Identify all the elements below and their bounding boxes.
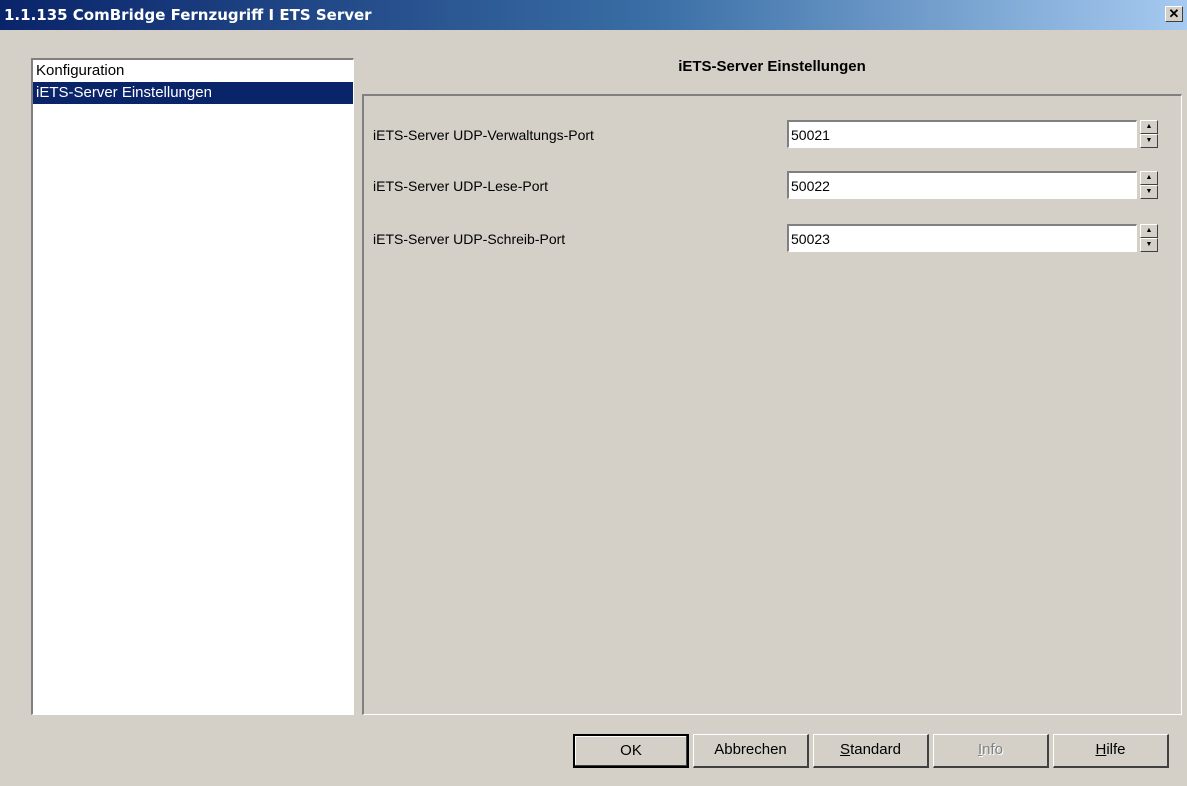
spin-up-button[interactable]: ▲ (1140, 171, 1158, 185)
standard-button[interactable]: Standard (813, 734, 929, 768)
info-button: Info (933, 734, 1049, 768)
title-bar: 1.1.135 ComBridge Fernzugriff I ETS Serv… (0, 0, 1187, 30)
close-icon: ✕ (1168, 6, 1180, 21)
arrow-down-icon: ▼ (1145, 188, 1153, 195)
param-label: iETS-Server UDP-Schreib-Port (373, 231, 566, 247)
info-label-rest: nfo (982, 741, 1004, 758)
parameter-tree[interactable]: Konfiguration iETS-Server Einstellungen (31, 58, 354, 715)
standard-accelerator: S (840, 741, 851, 758)
schreib-port-input[interactable] (787, 224, 1137, 252)
arrow-down-icon: ▼ (1145, 137, 1153, 144)
spin-down-button[interactable]: ▼ (1140, 238, 1158, 252)
spin-down-button[interactable]: ▼ (1140, 185, 1158, 199)
param-label: iETS-Server UDP-Lese-Port (373, 178, 549, 194)
spin-up-button[interactable]: ▲ (1140, 120, 1158, 134)
spin-up-button[interactable]: ▲ (1140, 224, 1158, 238)
arrow-down-icon: ▼ (1145, 241, 1153, 248)
window-title: 1.1.135 ComBridge Fernzugriff I ETS Serv… (4, 6, 372, 24)
param-row-schreib-port: iETS-Server UDP-Schreib-Port ▲ ▼ (364, 224, 1180, 254)
verwaltungs-port-input[interactable] (787, 120, 1137, 148)
param-row-verwaltungs-port: iETS-Server UDP-Verwaltungs-Port ▲ ▼ (364, 120, 1180, 150)
cancel-button[interactable]: Abbrechen (693, 734, 809, 768)
arrow-up-icon: ▲ (1145, 174, 1153, 181)
nav-item-konfiguration[interactable]: Konfiguration (33, 60, 353, 82)
arrow-up-icon: ▲ (1145, 227, 1153, 234)
help-accelerator: H (1095, 741, 1107, 758)
param-label: iETS-Server UDP-Verwaltungs-Port (373, 127, 594, 143)
spin-down-button[interactable]: ▼ (1140, 134, 1158, 148)
help-button[interactable]: Hilfe (1053, 734, 1169, 768)
arrow-up-icon: ▲ (1145, 123, 1153, 130)
help-label-rest: ilfe (1106, 741, 1126, 758)
schreib-port-spinner: ▲ ▼ (1140, 224, 1158, 252)
page-title: iETS-Server Einstellungen (678, 58, 866, 75)
lese-port-input[interactable] (787, 171, 1137, 199)
param-row-lese-port: iETS-Server UDP-Lese-Port ▲ ▼ (364, 171, 1180, 201)
verwaltungs-port-spinner: ▲ ▼ (1140, 120, 1158, 148)
lese-port-spinner: ▲ ▼ (1140, 171, 1158, 199)
standard-label-rest: tandard (850, 741, 901, 758)
nav-item-iets-server-einstellungen[interactable]: iETS-Server Einstellungen (33, 82, 353, 104)
close-button[interactable]: ✕ (1165, 6, 1183, 22)
ok-button[interactable]: OK (573, 734, 689, 768)
settings-panel: iETS-Server UDP-Verwaltungs-Port ▲ ▼ iET… (362, 94, 1182, 715)
